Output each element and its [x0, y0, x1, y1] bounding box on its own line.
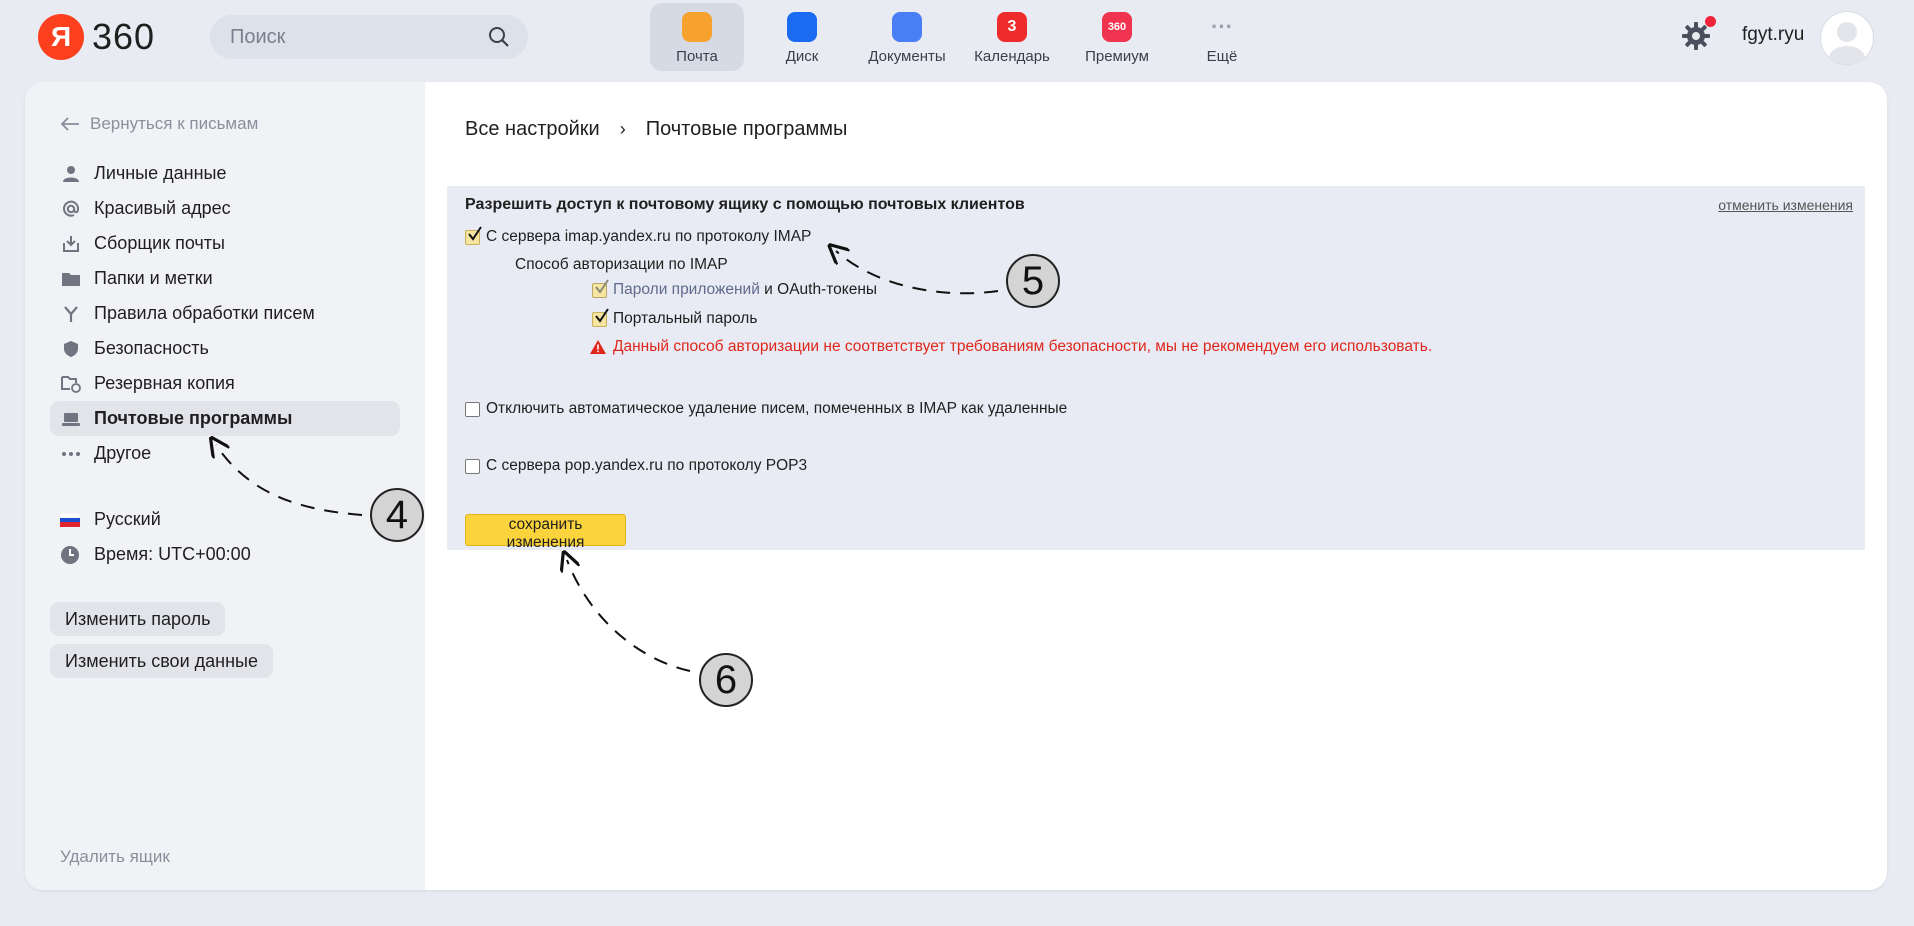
annotation-marker-5: 5 [1006, 254, 1060, 308]
arrow-to-sidebar-item [216, 445, 363, 516]
arrow-to-imap-option [836, 251, 999, 295]
arrow-to-save-button [567, 560, 691, 672]
annotation-marker-4: 4 [370, 488, 424, 542]
annotation-marker-6: 6 [699, 653, 753, 707]
annotation-arrows [0, 0, 999, 672]
